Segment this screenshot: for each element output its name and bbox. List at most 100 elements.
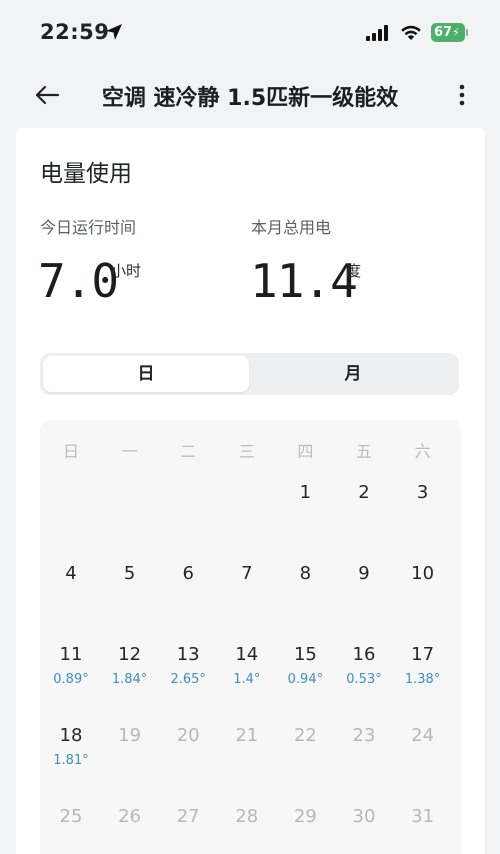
month-total-label: 本月总用电 xyxy=(251,218,332,237)
calendar-day[interactable]: 5 xyxy=(101,563,159,633)
calendar-day[interactable]: 30 xyxy=(335,806,393,854)
battery-indicator: 67⚡ xyxy=(431,23,468,42)
day-number: 23 xyxy=(352,725,376,746)
day-number: 5 xyxy=(123,563,136,584)
weekday-header: 一 xyxy=(121,442,138,461)
today-runtime-label: 今日运行时间 xyxy=(40,218,137,237)
toggle-day[interactable]: 日 xyxy=(43,356,249,392)
calendar-day[interactable]: 15 0.94° xyxy=(276,644,334,714)
day-number: 8 xyxy=(299,563,312,584)
calendar-day[interactable]: 22 xyxy=(276,725,334,795)
status-time: 22:59 xyxy=(40,20,110,44)
calendar-day[interactable]: 3 xyxy=(394,482,452,552)
calendar-day[interactable]: 1 xyxy=(276,482,334,552)
today-runtime-unit: 小时 xyxy=(111,262,142,280)
calendar-day[interactable]: 20 xyxy=(159,725,217,795)
day-number: 30 xyxy=(352,806,376,827)
day-number: 19 xyxy=(118,725,142,746)
weekday-header: 五 xyxy=(355,442,372,461)
day-usage: 0.94° xyxy=(287,672,324,687)
calendar-day[interactable]: 12 1.84° xyxy=(101,644,159,714)
day-usage: 1.81° xyxy=(53,753,89,768)
day-month-toggle: 日 月 xyxy=(40,353,459,395)
day-number: 31 xyxy=(411,806,435,827)
day-number: 27 xyxy=(176,806,200,827)
day-number: 22 xyxy=(293,725,317,746)
calendar: 日一二三四五六 1 2 3 4 5 6 7 8 9 10 11 0.89° 12 1.84° 13 2.65° 1… xyxy=(40,420,461,854)
calendar-day[interactable]: 14 1.4° xyxy=(218,644,276,714)
day-usage: 1.38° xyxy=(404,672,441,687)
day-number: 2 xyxy=(358,482,370,503)
wifi-icon xyxy=(401,25,421,40)
day-usage: 0.89° xyxy=(53,672,89,687)
page-title: 空调 速冷静 1.5匹新一级能效 xyxy=(101,86,399,111)
day-number: 14 xyxy=(235,644,259,665)
calendar-day[interactable]: 9 xyxy=(335,563,393,633)
day-number: 3 xyxy=(416,482,429,503)
day-number: 7 xyxy=(241,563,253,584)
weekday-header: 六 xyxy=(414,442,431,461)
more-options-icon[interactable] xyxy=(452,80,472,110)
toggle-month[interactable]: 月 xyxy=(250,356,456,392)
calendar-day[interactable]: 10 xyxy=(394,563,452,633)
calendar-day[interactable]: 2 xyxy=(335,482,393,552)
calendar-day[interactable]: 16 0.53° xyxy=(335,644,393,714)
calendar-day[interactable]: 18 1.81° xyxy=(42,725,100,795)
day-number: 12 xyxy=(118,644,142,665)
nav-bar: 空调 速冷静 1.5匹新一级能效 xyxy=(0,66,500,124)
calendar-day[interactable]: 21 xyxy=(218,725,276,795)
charging-bolt-icon: ⚡ xyxy=(452,26,460,39)
calendar-day[interactable]: 28 xyxy=(218,806,276,854)
day-number: 28 xyxy=(235,806,259,827)
weekday-header: 日 xyxy=(62,442,79,461)
day-number: 26 xyxy=(118,806,142,827)
day-number: 13 xyxy=(176,644,200,665)
weekday-header: 二 xyxy=(180,442,197,461)
day-number: 29 xyxy=(293,806,317,827)
calendar-day[interactable]: 25 xyxy=(42,806,100,854)
calendar-day[interactable]: 23 xyxy=(335,725,393,795)
day-number: 25 xyxy=(59,806,83,827)
battery-level: 67 xyxy=(434,25,453,40)
calendar-day[interactable]: 26 xyxy=(101,806,159,854)
day-number: 10 xyxy=(411,563,435,584)
day-number: 1 xyxy=(299,482,312,503)
calendar-day[interactable]: 17 1.38° xyxy=(394,644,452,714)
day-number: 6 xyxy=(182,563,194,584)
day-number: 20 xyxy=(176,725,200,746)
weekday-header: 四 xyxy=(297,442,314,461)
energy-card: 电量使用 今日运行时间 7.0 小时 本月总用电 11.4 度 日 月 日一二三… xyxy=(16,128,485,854)
day-number: 16 xyxy=(352,644,376,665)
status-bar: 22:59 67⚡ xyxy=(0,0,500,66)
calendar-day[interactable]: 8 xyxy=(276,563,334,633)
day-number: 9 xyxy=(358,563,370,584)
battery-cap xyxy=(466,29,468,36)
calendar-day[interactable]: 7 xyxy=(218,563,276,633)
weekday-header: 三 xyxy=(238,442,255,461)
day-number: 15 xyxy=(293,644,317,665)
calendar-day[interactable]: 27 xyxy=(159,806,217,854)
day-usage: 1.84° xyxy=(111,672,148,687)
day-number: 18 xyxy=(59,725,83,746)
cellular-signal-icon xyxy=(366,25,388,41)
month-total-unit: 度 xyxy=(346,262,362,280)
calendar-day[interactable]: 6 xyxy=(159,563,217,633)
month-total-value: 11.4 xyxy=(250,254,358,308)
day-number: 24 xyxy=(411,725,435,746)
calendar-day[interactable]: 19 xyxy=(101,725,159,795)
day-number: 4 xyxy=(65,563,77,584)
calendar-day[interactable]: 4 xyxy=(42,563,100,633)
day-number: 11 xyxy=(59,644,83,665)
location-arrow-icon xyxy=(106,24,122,40)
day-usage: 2.65° xyxy=(170,672,206,687)
day-usage: 1.4° xyxy=(233,672,261,687)
calendar-day[interactable]: 31 xyxy=(394,806,452,854)
day-usage: 0.53° xyxy=(346,672,382,687)
calendar-day[interactable]: 11 0.89° xyxy=(42,644,100,714)
today-runtime-value: 7.0 xyxy=(38,254,119,308)
calendar-day[interactable]: 29 xyxy=(276,806,334,854)
calendar-day[interactable]: 24 xyxy=(394,725,452,795)
day-number: 21 xyxy=(235,725,259,746)
calendar-day[interactable]: 13 2.65° xyxy=(159,644,217,714)
day-number: 17 xyxy=(411,644,435,665)
